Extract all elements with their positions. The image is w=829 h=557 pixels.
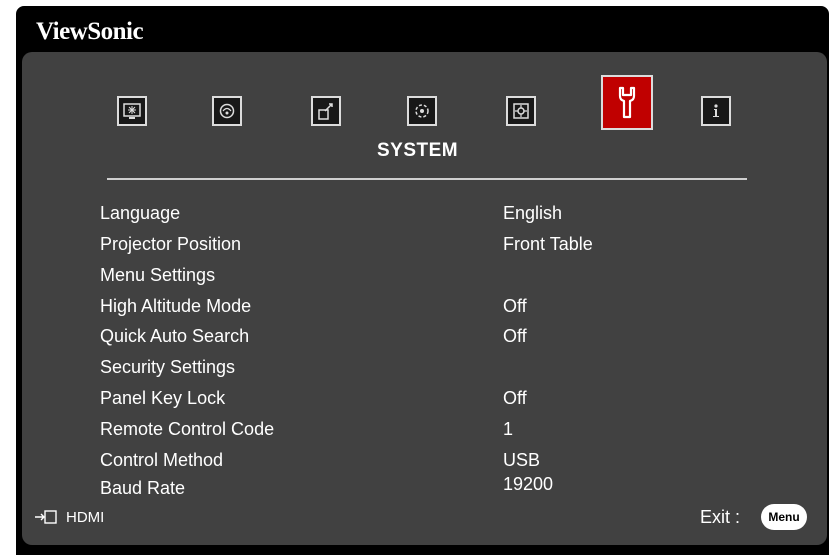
osd-window: ViewSonic SYSTEM Language English Projec…	[16, 6, 829, 555]
image-icon[interactable]	[212, 96, 242, 126]
menu-row-panel-key-lock[interactable]: Panel Key Lock Off	[22, 388, 827, 416]
row-label: Menu Settings	[100, 265, 216, 285]
menu-row-baud-rate[interactable]: Baud Rate 19200	[22, 474, 827, 506]
input-source: HDMI	[34, 509, 104, 526]
row-value: English	[503, 203, 563, 223]
row-label: Remote Control Code	[100, 419, 275, 439]
power-management-icon[interactable]	[311, 96, 341, 126]
row-label: Language	[100, 203, 181, 223]
row-value: Off	[503, 296, 527, 316]
system-wrench-icon[interactable]	[601, 75, 653, 130]
section-title: SYSTEM	[377, 140, 459, 161]
menu-row-remote-control-code[interactable]: Remote Control Code 1	[22, 419, 827, 447]
menu-row-control-method[interactable]: Control Method USB	[22, 450, 827, 478]
menu-row-projector-position[interactable]: Projector Position Front Table	[22, 234, 827, 262]
exit-label: Exit :	[700, 507, 741, 527]
row-label: Baud Rate	[100, 478, 186, 498]
row-label: Panel Key Lock	[100, 388, 226, 408]
row-value: Front Table	[503, 234, 593, 254]
menu-button[interactable]: Menu	[761, 504, 807, 530]
row-value: USB	[503, 450, 541, 470]
menu-row-security-settings[interactable]: Security Settings	[22, 357, 827, 385]
row-label: Projector Position	[100, 234, 242, 254]
row-label: Quick Auto Search	[100, 326, 250, 346]
display-icon[interactable]	[117, 96, 147, 126]
menu-row-quick-auto-search[interactable]: Quick Auto Search Off	[22, 326, 827, 354]
source-label: HDMI	[66, 509, 105, 526]
row-value: Off	[503, 326, 527, 346]
menu-row-menu-settings[interactable]: Menu Settings	[22, 265, 827, 293]
menu-row-language[interactable]: Language English	[22, 203, 827, 231]
row-value: Off	[503, 388, 527, 408]
information-icon[interactable]	[701, 96, 731, 126]
row-label: Security Settings	[100, 357, 236, 377]
row-label: High Altitude Mode	[100, 296, 252, 316]
row-label: Control Method	[100, 450, 224, 470]
advanced-icon[interactable]	[506, 96, 536, 126]
row-value: 19200	[503, 474, 554, 494]
menu-row-high-altitude-mode[interactable]: High Altitude Mode Off	[22, 296, 827, 324]
divider	[107, 178, 747, 180]
row-value: 1	[503, 419, 514, 439]
menu-panel: SYSTEM Language English Projector Positi…	[22, 52, 827, 545]
brand-logo: ViewSonic	[36, 18, 144, 45]
input-source-icon	[35, 510, 57, 524]
basic-icon[interactable]	[407, 96, 437, 126]
